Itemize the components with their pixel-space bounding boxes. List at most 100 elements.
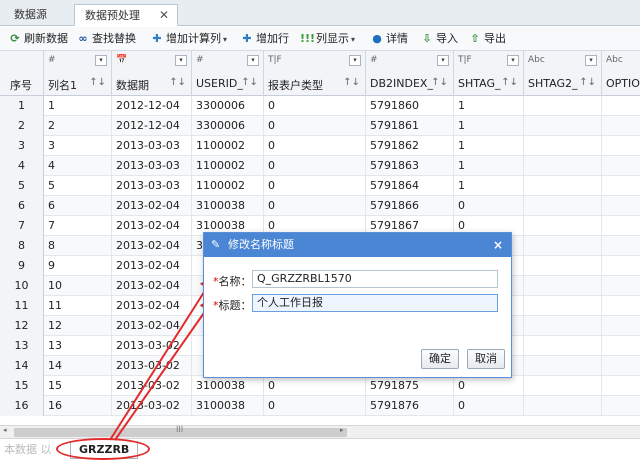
column-header[interactable]: # ▾ USERID_ ↑↓ (192, 51, 264, 96)
column-header[interactable]: T|F ▾ SHTAG_ ↑↓ (454, 51, 524, 96)
table-cell[interactable]: 0 (454, 376, 524, 396)
table-cell[interactable]: 0 (454, 196, 524, 216)
table-cell[interactable] (524, 376, 602, 396)
column-header[interactable]: T|F ▾ 报表户类型 ↑↓ (264, 51, 366, 96)
table-cell[interactable] (602, 156, 640, 176)
table-cell[interactable]: 1100002 (192, 156, 264, 176)
table-cell[interactable]: 1 (454, 136, 524, 156)
table-cell[interactable] (602, 396, 640, 416)
table-cell[interactable]: 3100038 (192, 396, 264, 416)
table-cell[interactable] (602, 96, 640, 116)
table-cell[interactable] (524, 96, 602, 116)
table-cell[interactable]: 0 (264, 196, 366, 216)
table-cell[interactable]: 2013-03-02 (112, 336, 192, 356)
table-cell[interactable] (602, 276, 640, 296)
sort-icon[interactable]: ↑↓ (431, 77, 448, 88)
table-cell[interactable]: 9 (44, 256, 112, 276)
table-cell[interactable]: 1100002 (192, 136, 264, 156)
table-cell[interactable]: 0 (264, 116, 366, 136)
toolbar-item-3[interactable]: ✚ 增加计算列 ▾ (150, 30, 227, 48)
table-row[interactable]: 6 6 2013-02-04 3100038 0 5791866 0 (0, 196, 640, 216)
cancel-button[interactable]: 取消 (467, 349, 505, 369)
table-cell[interactable]: 5791875 (366, 376, 454, 396)
table-cell[interactable]: 0 (264, 376, 366, 396)
column-menu-icon[interactable]: ▾ (175, 55, 187, 66)
table-row[interactable]: 1 1 2012-12-04 3300006 0 5791860 1 (0, 96, 640, 116)
sort-icon[interactable]: ↑↓ (501, 77, 518, 88)
table-cell[interactable] (602, 116, 640, 136)
table-cell[interactable] (602, 256, 640, 276)
table-cell[interactable]: 14 (44, 356, 112, 376)
column-menu-icon[interactable]: ▾ (585, 55, 597, 66)
table-cell[interactable] (524, 236, 602, 256)
table-cell[interactable]: 2013-03-02 (112, 396, 192, 416)
table-cell[interactable]: 2012-12-04 (112, 96, 192, 116)
table-cell[interactable]: 16 (44, 396, 112, 416)
table-cell[interactable]: 3100038 (192, 196, 264, 216)
tab-preprocess[interactable]: 数据预处理 ✕ (74, 4, 178, 26)
table-row[interactable]: 3 3 2013-03-03 1100002 0 5791862 1 (0, 136, 640, 156)
table-cell[interactable]: 5791864 (366, 176, 454, 196)
table-row[interactable]: 16 16 2013-03-02 3100038 0 5791876 0 (0, 396, 640, 416)
table-cell[interactable]: 7 (44, 216, 112, 236)
table-cell[interactable]: 5791866 (366, 196, 454, 216)
table-cell[interactable]: 1 (454, 116, 524, 136)
toolbar-item-5[interactable]: !!!列显示 ▾ (300, 30, 355, 48)
column-header[interactable]: # ▾ DB2INDEX_ ↑↓ (366, 51, 454, 96)
table-cell[interactable]: 5791861 (366, 116, 454, 136)
table-cell[interactable]: 1100002 (192, 176, 264, 196)
column-menu-icon[interactable]: ▾ (507, 55, 519, 66)
table-cell[interactable]: 2013-03-03 (112, 136, 192, 156)
table-cell[interactable] (602, 176, 640, 196)
column-header[interactable]: 📅 ▾ 数据期 ↑↓ (112, 51, 192, 96)
title-field[interactable]: 个人工作日报 (252, 294, 498, 312)
table-cell[interactable]: 3 (44, 136, 112, 156)
table-cell[interactable]: 2013-03-03 (112, 176, 192, 196)
horizontal-scrollbar[interactable]: ◂ III ▸ (0, 425, 640, 438)
sort-icon[interactable]: ↑↓ (579, 77, 596, 88)
table-cell[interactable]: 0 (264, 176, 366, 196)
table-cell[interactable] (524, 396, 602, 416)
name-field[interactable]: Q_GRZZRBL1570 (252, 270, 498, 288)
table-cell[interactable]: 15 (44, 376, 112, 396)
column-header[interactable]: Abc▾OPTIO (602, 51, 640, 96)
table-cell[interactable]: 13 (44, 336, 112, 356)
table-cell[interactable]: 2013-02-04 (112, 316, 192, 336)
toolbar-item-1[interactable]: ⟳ 刷新数据 (8, 30, 68, 48)
column-menu-icon[interactable]: ▾ (95, 55, 107, 66)
table-cell[interactable]: 2013-03-02 (112, 356, 192, 376)
table-cell[interactable]: 3300006 (192, 96, 264, 116)
table-cell[interactable] (524, 196, 602, 216)
table-cell[interactable] (524, 176, 602, 196)
table-cell[interactable]: 0 (454, 396, 524, 416)
scroll-right-icon[interactable]: ▸ (340, 426, 344, 434)
table-cell[interactable]: 5791862 (366, 136, 454, 156)
table-cell[interactable]: 5791876 (366, 396, 454, 416)
table-cell[interactable]: 3300006 (192, 116, 264, 136)
table-cell[interactable]: 11 (44, 296, 112, 316)
table-cell[interactable] (524, 296, 602, 316)
table-cell[interactable]: 4 (44, 156, 112, 176)
table-cell[interactable] (602, 136, 640, 156)
table-cell[interactable]: 2012-12-04 (112, 116, 192, 136)
table-cell[interactable]: 0 (264, 136, 366, 156)
table-cell[interactable]: 1 (44, 96, 112, 116)
toolbar-item-7[interactable]: ⇩ 导入 (420, 30, 458, 48)
ok-button[interactable]: 确定 (421, 349, 459, 369)
close-icon[interactable]: × (493, 233, 503, 257)
table-cell[interactable]: 5791863 (366, 156, 454, 176)
table-cell[interactable]: 2 (44, 116, 112, 136)
table-cell[interactable]: 0 (264, 96, 366, 116)
table-cell[interactable]: 2013-02-04 (112, 196, 192, 216)
table-cell[interactable] (524, 336, 602, 356)
toolbar-item-8[interactable]: ⇧ 导出 (468, 30, 506, 48)
table-cell[interactable] (524, 116, 602, 136)
table-row[interactable]: 5 5 2013-03-03 1100002 0 5791864 1 (0, 176, 640, 196)
column-header[interactable]: # ▾ 列名1 ↑↓ (44, 51, 112, 96)
sort-icon[interactable]: ↑↓ (343, 77, 360, 88)
table-cell[interactable] (602, 356, 640, 376)
table-cell[interactable] (602, 296, 640, 316)
table-cell[interactable] (524, 256, 602, 276)
column-header[interactable]: 序号 (0, 51, 44, 96)
tab-datasource[interactable]: 数据源 (4, 4, 66, 26)
